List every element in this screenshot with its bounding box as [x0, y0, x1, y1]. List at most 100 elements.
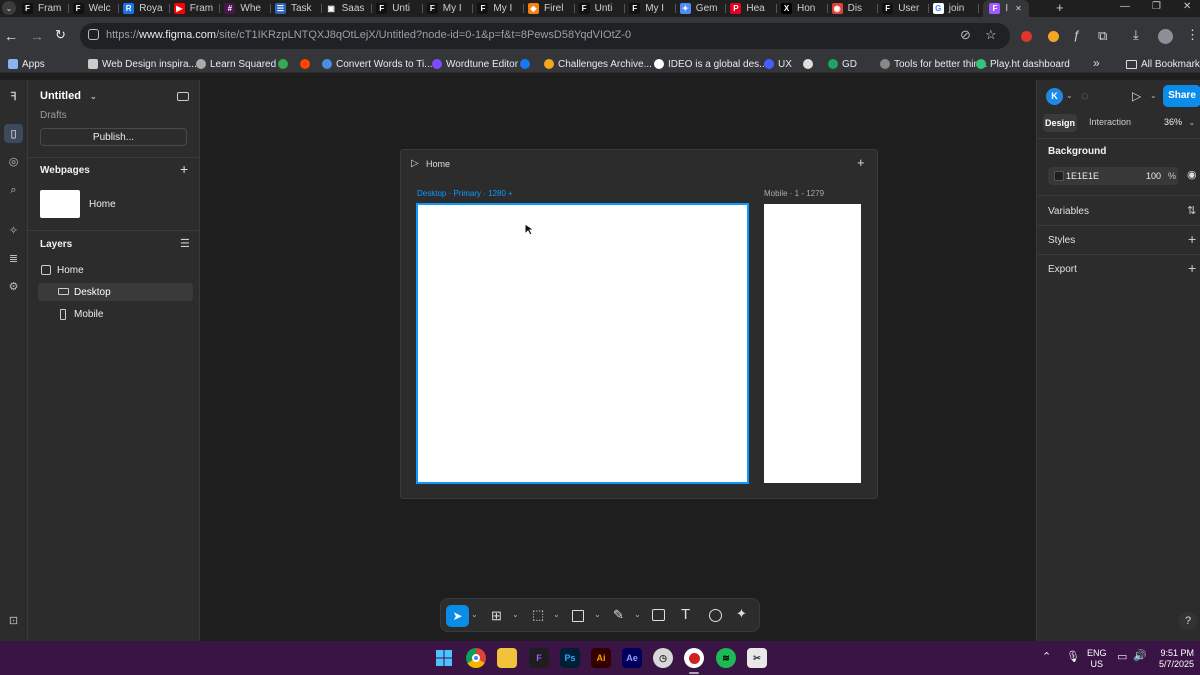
- browser-tab[interactable]: F Fram: [22, 0, 69, 17]
- browser-tab[interactable]: ◉ Dis: [831, 0, 879, 17]
- add-webpage-button[interactable]: +: [180, 161, 188, 177]
- layer-mobile[interactable]: Mobile: [38, 306, 192, 324]
- volume-icon[interactable]: 🔊: [1133, 649, 1147, 662]
- profile-avatar[interactable]: [1158, 29, 1173, 44]
- settings-icon[interactable]: ⚙: [4, 277, 23, 296]
- download-icon[interactable]: ⤓: [1133, 27, 1139, 43]
- bookmark-item[interactable]: [278, 57, 292, 71]
- reload-icon[interactable]: ↻: [55, 28, 66, 42]
- clock[interactable]: 9:51 PM 5/7/2025: [1152, 648, 1194, 670]
- sync-icon[interactable]: ◌: [1081, 88, 1089, 103]
- bookmark-item[interactable]: Learn Squared: [196, 57, 276, 71]
- publish-button[interactable]: Publish...: [40, 128, 187, 146]
- shape-tool-button[interactable]: ⬚: [532, 607, 544, 623]
- add-export-icon[interactable]: +: [1188, 260, 1196, 276]
- background-color-field[interactable]: 1E1E1E 100 %: [1048, 167, 1178, 185]
- ai-tool-button[interactable]: ✦: [736, 606, 747, 622]
- chrome-icon[interactable]: [466, 648, 486, 668]
- canvas[interactable]: ▷ Home + Desktop · Primary · 1280 + Mobi…: [200, 80, 1036, 641]
- chevron-down-icon[interactable]: ⌄: [553, 610, 560, 619]
- bookmark-item[interactable]: IDEO is a global des...: [654, 57, 768, 71]
- site-info-icon[interactable]: [88, 29, 99, 40]
- tray-chevron-up-icon[interactable]: ⌃: [1042, 650, 1051, 663]
- figma-menu-icon[interactable]: ꟻ: [4, 87, 23, 106]
- extension-fx-icon[interactable]: ƒ: [1073, 28, 1080, 42]
- snipping-tool-icon[interactable]: ✂: [747, 648, 767, 668]
- background-hex[interactable]: 1E1E1E: [1066, 171, 1099, 181]
- after-effects-icon[interactable]: Ae: [622, 648, 642, 668]
- color-swatch[interactable]: [1054, 171, 1064, 181]
- background-opacity[interactable]: 100: [1146, 171, 1161, 181]
- mobile-frame[interactable]: [764, 204, 861, 483]
- user-avatar[interactable]: K: [1046, 88, 1063, 105]
- bookmark-item[interactable]: Tools for better thin...: [880, 57, 987, 71]
- chevron-down-icon[interactable]: ⌄: [1066, 91, 1073, 100]
- browser-tab[interactable]: ▣ Saas: [325, 0, 373, 17]
- cms-icon[interactable]: ≣: [4, 249, 23, 268]
- tab-search-button[interactable]: ⌄: [2, 1, 16, 15]
- desktop-breakpoint-label[interactable]: Desktop · Primary · 1280 +: [417, 189, 513, 198]
- zoom-level[interactable]: 36% ⌄: [1164, 117, 1195, 127]
- chevron-down-icon[interactable]: ⌄: [634, 610, 641, 619]
- url-text[interactable]: https://www.figma.com/site/cT1IKRzpLNTQX…: [106, 29, 631, 41]
- browser-tab[interactable]: ▶ Fram: [173, 0, 221, 17]
- forward-icon[interactable]: →: [30, 29, 44, 43]
- bookmark-item[interactable]: GD: [828, 57, 857, 71]
- extensions-puzzle-icon[interactable]: ⧉: [1098, 28, 1107, 44]
- bookmark-item[interactable]: [520, 57, 534, 71]
- bookmark-item[interactable]: Challenges Archive...: [544, 57, 652, 71]
- chevron-down-icon[interactable]: ⌄: [1150, 91, 1157, 100]
- layer-desktop[interactable]: Desktop: [38, 283, 193, 301]
- new-tab-button[interactable]: +: [1056, 0, 1068, 17]
- comment-tool-button[interactable]: [709, 609, 722, 622]
- webpage-item-home[interactable]: Home: [40, 190, 190, 218]
- browser-tab[interactable]: X Hon: [781, 0, 828, 17]
- pen-tool-button[interactable]: ✎: [613, 607, 624, 623]
- share-button[interactable]: Share: [1163, 85, 1200, 107]
- bookmark-item[interactable]: Wordtune Editor: [432, 57, 518, 71]
- bookmark-item[interactable]: Play.ht dashboard: [976, 57, 1070, 71]
- bookmark-item[interactable]: UX: [764, 57, 792, 71]
- chevron-down-icon[interactable]: ⌄: [512, 610, 519, 619]
- restore-button[interactable]: ❐: [1152, 1, 1161, 12]
- rectangle-tool-button[interactable]: [572, 610, 584, 622]
- browser-tab[interactable]: F Unti: [376, 0, 423, 17]
- mobile-breakpoint-label[interactable]: Mobile · 1 - 1279: [764, 189, 824, 198]
- layer-home[interactable]: Home: [38, 262, 192, 280]
- extension-orange-icon[interactable]: [1048, 31, 1059, 42]
- variables-settings-icon[interactable]: ⇅: [1187, 204, 1196, 217]
- bookmark-item[interactable]: [300, 57, 314, 71]
- preview-play-icon[interactable]: ▷: [1132, 89, 1141, 103]
- photoshop-icon[interactable]: Ps: [560, 648, 580, 668]
- spotify-icon[interactable]: ≋: [716, 648, 736, 668]
- bookmark-item[interactable]: [803, 57, 817, 71]
- figma-icon[interactable]: F: [529, 648, 549, 668]
- layers-options-icon[interactable]: ☰: [180, 237, 190, 250]
- windows-start-icon[interactable]: [434, 648, 454, 668]
- bookmark-item[interactable]: Web Design inspira...: [88, 57, 197, 71]
- illustrator-icon[interactable]: Ai: [591, 648, 611, 668]
- browser-tab[interactable]: F I ✕: [983, 0, 1030, 17]
- address-bar[interactable]: https://www.figma.com/site/cT1IKRzpLNTQX…: [80, 23, 1010, 49]
- browser-menu-icon[interactable]: ⋮: [1186, 27, 1199, 43]
- play-icon[interactable]: ▷: [411, 158, 419, 169]
- browser-tab[interactable]: F Welc: [72, 0, 120, 17]
- desktop-frame[interactable]: [416, 203, 749, 484]
- tab-design[interactable]: Design: [1043, 114, 1077, 132]
- screen-recorder-icon[interactable]: [684, 648, 704, 668]
- chevron-down-icon[interactable]: ⌄: [594, 610, 601, 619]
- file-title[interactable]: Untitled ⌄: [40, 90, 97, 102]
- text-tool-button[interactable]: T: [681, 606, 690, 623]
- browser-tab[interactable]: P Hea: [730, 0, 777, 17]
- eye-off-icon[interactable]: ⊘: [960, 27, 971, 43]
- image-tool-button[interactable]: [652, 609, 665, 621]
- bookmark-item[interactable]: Convert Words to Ti...: [322, 57, 433, 71]
- bookmark-item[interactable]: Apps: [8, 57, 45, 71]
- file-explorer-icon[interactable]: [497, 648, 517, 668]
- bookmark-star-icon[interactable]: ☆: [985, 27, 997, 43]
- visibility-eye-icon[interactable]: ◉: [1187, 168, 1197, 181]
- bookmarks-overflow-button[interactable]: »: [1093, 56, 1100, 70]
- browser-tab[interactable]: F Unti: [578, 0, 626, 17]
- close-tab-icon[interactable]: ✕: [1015, 4, 1022, 13]
- chevron-down-icon[interactable]: ⌄: [471, 610, 478, 619]
